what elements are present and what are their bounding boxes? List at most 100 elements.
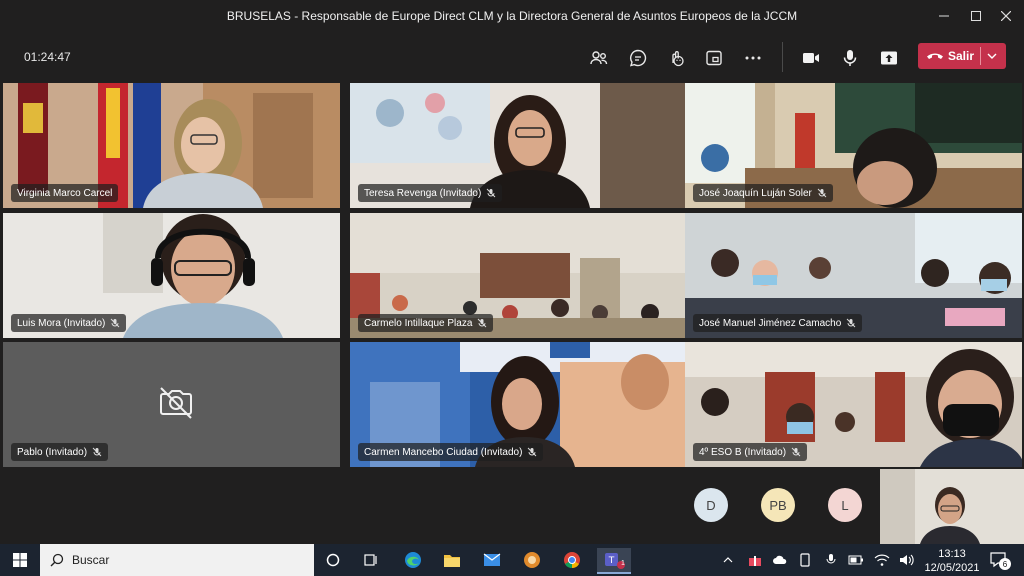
minimize-button[interactable]: [932, 6, 956, 26]
participant-tile[interactable]: José Manuel Jiménez Camacho: [685, 213, 1022, 338]
maximize-button[interactable]: [964, 6, 988, 26]
wifi-icon: [874, 554, 890, 566]
clock-date: 12/05/2021: [924, 562, 980, 574]
participant-name-tag: Luis Mora (Invitado): [11, 314, 127, 332]
participant-name: Virginia Marco Carcel: [17, 187, 113, 199]
tray-app[interactable]: [797, 552, 813, 568]
title-bar: BRUSELAS - Responsable de Europe Direct …: [0, 0, 1024, 32]
tray-overflow-button[interactable]: [720, 552, 736, 568]
toolbar-divider: [782, 42, 783, 72]
participant-avatar[interactable]: D: [694, 488, 728, 522]
participant-name-tag: José Manuel Jiménez Camacho: [693, 314, 863, 332]
edge-app[interactable]: [400, 548, 426, 572]
leave-divider: [980, 47, 981, 65]
participant-tile[interactable]: Carmen Mancebo Ciudad (Invitado): [350, 342, 687, 467]
chat-button[interactable]: [625, 45, 651, 71]
more-icon: [745, 56, 761, 60]
participant-avatar[interactable]: L: [828, 488, 862, 522]
avatar-initials: D: [706, 497, 716, 513]
cortana-icon: [326, 553, 340, 567]
mail-app[interactable]: [479, 548, 505, 572]
reactions-icon: [672, 51, 684, 67]
mic-off-icon: [486, 188, 496, 198]
video-grid: Virginia Marco Carcel Teresa Revenga (In…: [3, 83, 1022, 467]
battery-icon: [848, 555, 863, 565]
microphone-button[interactable]: [837, 45, 863, 71]
share-icon: [881, 51, 897, 65]
task-view-icon: [364, 554, 377, 566]
mic-off-icon: [791, 447, 801, 457]
participant-name: Luis Mora (Invitado): [17, 317, 106, 329]
participant-name: Carmen Mancebo Ciudad (Invitado): [364, 446, 523, 458]
participant-tile[interactable]: José Joaquín Luján Soler: [685, 83, 1022, 208]
reactions-button[interactable]: [663, 45, 689, 71]
windows-taskbar: Buscar T 1 13:13 12/05/2021 6: [0, 544, 1024, 576]
taskbar-clock[interactable]: 13:13 12/05/2021: [922, 547, 982, 575]
participant-tile[interactable]: Carmelo Intillaque Plaza: [350, 213, 687, 338]
participant-tile[interactable]: Virginia Marco Carcel: [3, 83, 340, 208]
search-placeholder: Buscar: [72, 553, 110, 567]
participant-name: José Joaquín Luján Soler: [699, 187, 812, 199]
share-screen-button[interactable]: [876, 45, 902, 71]
participants-button[interactable]: [586, 45, 612, 71]
start-button[interactable]: [0, 544, 40, 576]
cloud-icon: [773, 555, 787, 564]
microphone-tray-icon: [826, 554, 836, 564]
participant-name-tag: Carmen Mancebo Ciudad (Invitado): [358, 443, 544, 461]
app-icon: [524, 552, 540, 568]
video-feed: [880, 469, 1024, 544]
close-button[interactable]: [994, 6, 1018, 26]
leave-button[interactable]: Salir: [918, 43, 1006, 69]
window-title: BRUSELAS - Responsable de Europe Direct …: [226, 9, 798, 23]
tray-app[interactable]: [772, 552, 788, 568]
mic-off-icon: [528, 447, 537, 457]
participant-avatar[interactable]: PB: [761, 488, 795, 522]
self-view-video[interactable]: [880, 469, 1024, 544]
teams-badge: 1: [621, 560, 625, 567]
edge-icon: [405, 552, 421, 568]
mic-off-icon: [111, 318, 120, 328]
gift-icon: [749, 556, 761, 566]
participant-name-tag: Pablo (Invitado): [11, 443, 109, 461]
mic-icon: [843, 50, 857, 66]
camera-icon: [803, 53, 819, 63]
participant-name-tag: Teresa Revenga (Invitado): [358, 184, 503, 202]
cortana-button[interactable]: [320, 548, 346, 572]
participant-name: 4º ESO B (Invitado): [699, 446, 787, 458]
clock-time: 13:13: [938, 548, 966, 560]
participant-tile[interactable]: 4º ESO B (Invitado): [685, 342, 1022, 467]
participant-tile[interactable]: Luis Mora (Invitado): [3, 213, 340, 338]
task-view-button[interactable]: [358, 548, 384, 572]
taskbar-search[interactable]: Buscar: [40, 544, 314, 576]
camera-button[interactable]: [798, 45, 824, 71]
file-explorer-app[interactable]: [439, 548, 465, 572]
mic-off-icon: [817, 188, 827, 198]
app-pinned[interactable]: [519, 548, 545, 572]
chevron-down-icon[interactable]: [986, 48, 998, 64]
rooms-icon: [706, 50, 722, 66]
network-indicator[interactable]: [874, 552, 890, 568]
chrome-app[interactable]: [559, 548, 585, 572]
battery-indicator[interactable]: [848, 552, 864, 568]
participant-tile[interactable]: Teresa Revenga (Invitado): [350, 83, 687, 208]
participant-name-tag: Carmelo Intillaque Plaza: [358, 314, 494, 332]
folder-icon: [444, 555, 460, 567]
tray-app[interactable]: [747, 552, 763, 568]
mail-icon: [483, 553, 501, 566]
teams-app[interactable]: T 1: [597, 548, 631, 574]
avatar-initials: PB: [769, 497, 787, 513]
participants-icon: [590, 51, 608, 65]
volume-indicator[interactable]: [899, 552, 915, 568]
mic-off-icon: [92, 447, 102, 457]
tray-app[interactable]: [823, 552, 839, 568]
participant-name: José Manuel Jiménez Camacho: [699, 317, 842, 329]
windows-logo-icon: [13, 553, 27, 567]
participant-name: Teresa Revenga (Invitado): [364, 187, 482, 199]
breakout-rooms-button[interactable]: [701, 45, 727, 71]
maximize-icon: [971, 11, 981, 21]
camera-off-icon: [160, 387, 192, 419]
notification-center-button[interactable]: 6: [990, 552, 1011, 573]
mic-off-icon: [846, 318, 856, 328]
participant-tile[interactable]: Pablo (Invitado): [3, 342, 340, 467]
more-actions-button[interactable]: [740, 45, 766, 71]
